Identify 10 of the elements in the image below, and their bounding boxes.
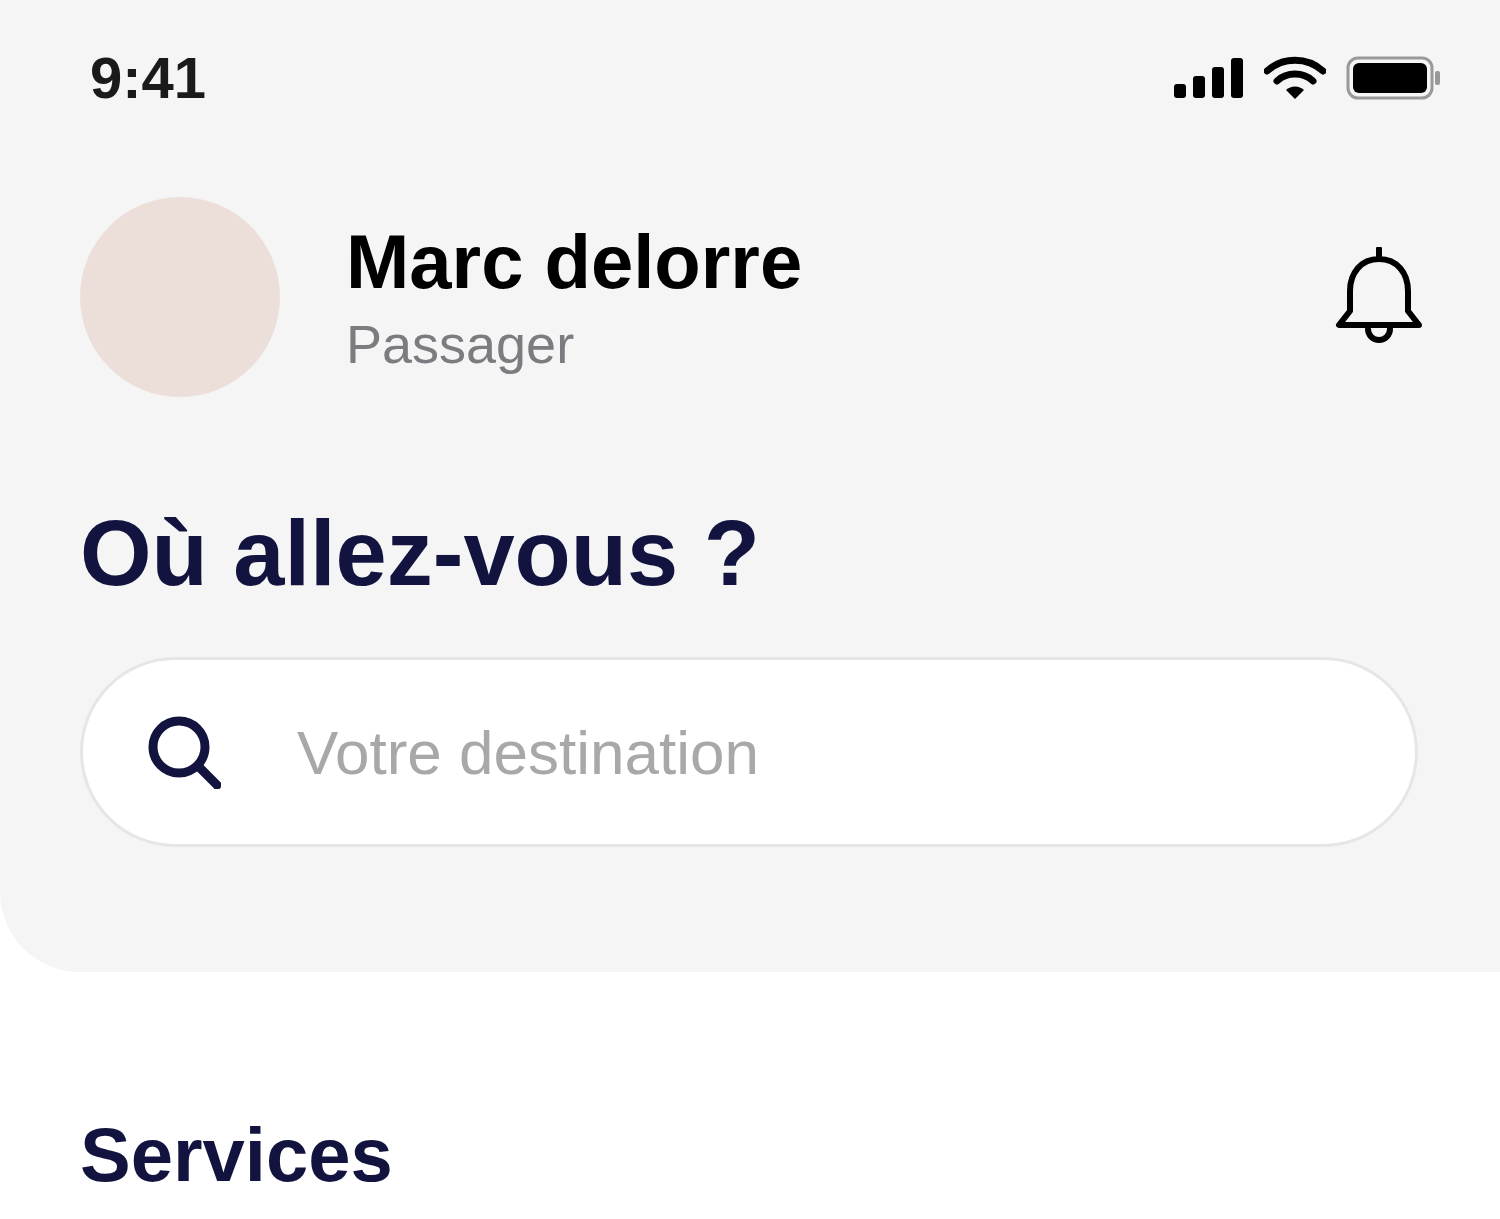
user-name: Marc delorre	[346, 219, 804, 304]
battery-icon	[1346, 56, 1442, 100]
signal-icon	[1174, 58, 1244, 98]
page-heading: Où allez-vous ?	[79, 507, 761, 599]
search-icon	[147, 715, 221, 789]
section-title: Services	[79, 1117, 394, 1193]
search-field[interactable]: Votre destination	[80, 657, 1418, 847]
wifi-icon	[1264, 56, 1326, 100]
status-time: 9:41	[90, 49, 207, 107]
user-role: Passager	[346, 315, 576, 375]
